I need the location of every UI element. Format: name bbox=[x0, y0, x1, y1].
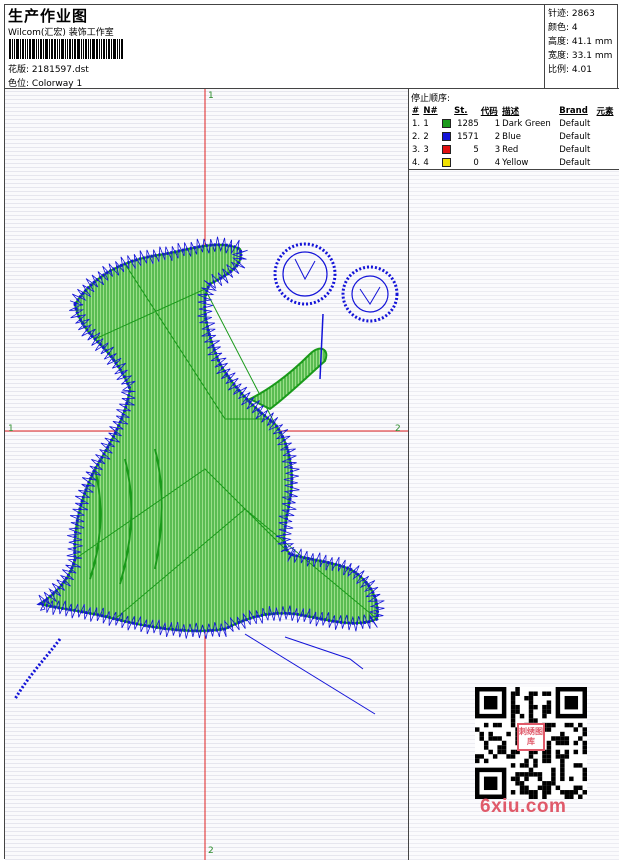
col-description: 描述 bbox=[502, 106, 520, 117]
stat-stitches: 针迹: 2863 bbox=[548, 9, 595, 19]
stop-sequence-table: # N# St. 代码 描述 Brand 元素 1. 1 1285 1 Dark Gre… bbox=[411, 104, 617, 169]
col-needle: N# bbox=[423, 105, 438, 116]
row-needle: 4 bbox=[423, 157, 429, 168]
rabbit-fill bbox=[37, 243, 379, 632]
col-element: 元素 bbox=[596, 106, 614, 117]
colorway-value: Colorway 1 bbox=[31, 79, 83, 89]
barcode bbox=[9, 39, 145, 59]
row-swatch bbox=[441, 143, 453, 156]
table-row: 3. 3 5 3 Red Default bbox=[411, 143, 617, 156]
table-row: 1. 1 1285 1 Dark Green Default bbox=[411, 117, 617, 130]
stat-scale: 比例: 4.01 bbox=[548, 65, 592, 75]
row-needle: 1 bbox=[423, 118, 429, 129]
header-panel: 生产作业图 Wilcom(汇宏) 装饰工作室 花版: 2181597.dst 色… bbox=[5, 5, 545, 89]
row-brand: Default bbox=[559, 131, 591, 142]
stat-width: 宽度: 33.1 mm bbox=[548, 51, 613, 61]
row-brand: Default bbox=[559, 157, 591, 168]
row-needle: 2 bbox=[423, 131, 429, 142]
row-element bbox=[596, 117, 618, 130]
pattern-info: 花版: 2181597.dst bbox=[8, 62, 89, 75]
row-needle: 3 bbox=[423, 144, 429, 155]
row-stitches: 1285 bbox=[457, 118, 479, 129]
row-brand: Default bbox=[559, 118, 591, 129]
row-index: 3. bbox=[412, 144, 421, 155]
col-stitches: St. bbox=[454, 105, 468, 116]
col-code: 代码 bbox=[480, 106, 498, 117]
flower bbox=[273, 242, 399, 380]
row-code: 2 bbox=[494, 131, 501, 142]
pattern-label: 花版: bbox=[8, 65, 30, 75]
color-swatch bbox=[441, 131, 451, 141]
row-brand: Default bbox=[559, 144, 591, 155]
axis-label-right: 2 bbox=[395, 424, 401, 434]
row-swatch bbox=[441, 130, 453, 143]
color-swatch bbox=[441, 157, 451, 167]
table-header-row: # N# St. 代码 描述 Brand 元素 bbox=[411, 104, 617, 117]
stop-sequence-legend: 停止顺序: # N# St. 代码 描述 Brand 元素 1. 1 1285 1 Da… bbox=[409, 89, 619, 170]
stat-height: 高度: 41.1 mm bbox=[548, 37, 613, 47]
colorway-label: 色位: bbox=[8, 79, 30, 89]
colorway-info: 色位: Colorway 1 bbox=[8, 76, 82, 89]
row-element bbox=[596, 130, 618, 143]
axis-label-left: 1 bbox=[8, 424, 14, 434]
row-index: 4. bbox=[412, 157, 421, 168]
table-row: 2. 2 1571 2 Blue Default bbox=[411, 130, 617, 143]
row-element bbox=[596, 156, 618, 169]
row-swatch bbox=[441, 156, 453, 169]
axis-label-top: 1 bbox=[208, 91, 214, 101]
row-element bbox=[596, 143, 618, 156]
design-canvas[interactable]: 1 2 1 2 bbox=[5, 89, 409, 860]
row-description: Dark Green bbox=[502, 118, 551, 129]
pattern-value: 2181597.dst bbox=[31, 65, 89, 75]
embroidery-preview bbox=[5, 89, 408, 860]
col-color bbox=[441, 104, 453, 117]
row-description: Yellow bbox=[502, 157, 529, 168]
legend-title: 停止顺序: bbox=[411, 94, 451, 104]
trailing-stitches bbox=[13, 633, 376, 715]
watermark-badge: 刺绣图库 bbox=[517, 723, 545, 751]
watermark-text: 6xiu.com bbox=[480, 796, 567, 817]
row-stitches: 5 bbox=[473, 144, 479, 155]
row-code: 4 bbox=[494, 157, 501, 168]
axis-label-bottom: 2 bbox=[208, 846, 214, 856]
color-swatch bbox=[441, 144, 451, 154]
stats-panel: 针迹: 2863 颜色: 4 高度: 41.1 mm 宽度: 33.1 mm 比… bbox=[545, 5, 619, 89]
row-stitches: 1571 bbox=[457, 131, 479, 142]
color-swatch bbox=[441, 118, 451, 128]
production-sheet: 生产作业图 Wilcom(汇宏) 装饰工作室 花版: 2181597.dst 色… bbox=[4, 4, 619, 860]
row-code: 1 bbox=[494, 118, 501, 129]
company-name: Wilcom(汇宏) 装饰工作室 bbox=[8, 28, 114, 38]
row-description: Red bbox=[502, 144, 519, 155]
stat-colors: 颜色: 4 bbox=[548, 23, 578, 33]
row-stitches: 0 bbox=[473, 157, 479, 168]
table-row: 4. 4 0 4 Yellow Default bbox=[411, 156, 617, 169]
row-code: 3 bbox=[494, 144, 501, 155]
row-description: Blue bbox=[502, 131, 521, 142]
col-index: # bbox=[412, 105, 420, 116]
row-index: 2. bbox=[412, 131, 421, 142]
col-brand: Brand bbox=[559, 105, 588, 116]
page-title: 生产作业图 bbox=[8, 7, 89, 25]
row-index: 1. bbox=[412, 118, 421, 129]
row-swatch bbox=[441, 117, 453, 130]
